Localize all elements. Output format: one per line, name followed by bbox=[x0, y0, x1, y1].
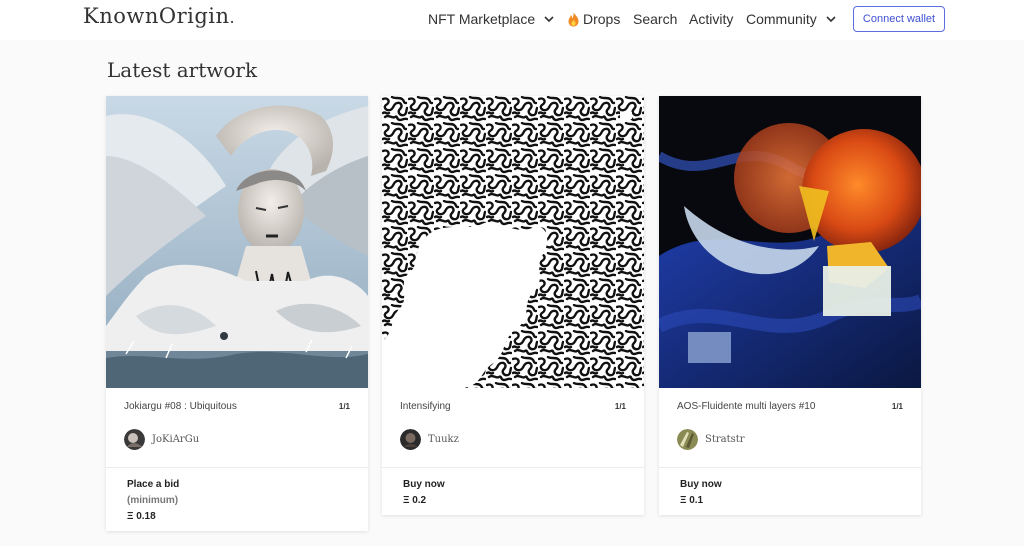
artist-name: JoKiArGu bbox=[152, 434, 200, 445]
nav-nft-marketplace[interactable]: NFT Marketplace bbox=[428, 10, 555, 28]
artist[interactable]: Stratstr bbox=[677, 429, 745, 450]
card-info: AOS-Fluidente multi layers #10 1/1 Strat… bbox=[659, 388, 921, 468]
nav-search[interactable]: Search bbox=[633, 10, 677, 28]
nav-community-label: Community bbox=[746, 11, 817, 27]
flame-icon bbox=[568, 12, 579, 26]
avatar bbox=[124, 429, 145, 450]
nav-community[interactable]: Community bbox=[746, 10, 837, 28]
artwork-title[interactable]: Jokiargu #08 : Ubiquitous bbox=[124, 401, 237, 412]
artwork-title[interactable]: Intensifying bbox=[400, 401, 451, 412]
artwork-card[interactable]: Jokiargu #08 : Ubiquitous 1/1 JoKiArGu P… bbox=[106, 96, 368, 531]
artwork-image[interactable] bbox=[659, 96, 921, 388]
price-value: Ξ 0.18 bbox=[127, 511, 156, 522]
nav-search-label: Search bbox=[633, 11, 678, 27]
chevron-down-icon bbox=[826, 16, 836, 23]
avatar bbox=[400, 429, 421, 450]
card-price-area: Place a bid (minimum) Ξ 0.18 bbox=[106, 468, 368, 531]
price-action-label[interactable]: Buy now bbox=[403, 477, 644, 493]
nav-drops[interactable]: Drops bbox=[567, 10, 620, 28]
card-info: Jokiargu #08 : Ubiquitous 1/1 JoKiArGu bbox=[106, 388, 368, 468]
artist-name: Stratstr bbox=[705, 434, 745, 445]
card-price-area: Buy now Ξ 0.2 bbox=[382, 468, 644, 515]
logo-text: KnownOrigin bbox=[83, 4, 230, 28]
nav-activity-label: Activity bbox=[689, 11, 734, 27]
card-price-area: Buy now Ξ 0.1 bbox=[659, 468, 921, 515]
nav-activity[interactable]: Activity bbox=[689, 10, 733, 28]
nav-drops-label: Drops bbox=[583, 11, 621, 27]
artwork-image[interactable] bbox=[106, 96, 368, 388]
price-action-label[interactable]: Buy now bbox=[680, 477, 921, 493]
logo-dot: . bbox=[229, 8, 236, 27]
artwork-card[interactable]: AOS-Fluidente multi layers #10 1/1 Strat… bbox=[659, 96, 921, 515]
price-value: Ξ 0.2 bbox=[403, 495, 427, 506]
price-action-label[interactable]: Place a bid bbox=[127, 477, 368, 493]
edition-count: 1/1 bbox=[614, 402, 626, 411]
artist[interactable]: Tuukz bbox=[400, 429, 459, 450]
edition-count: 1/1 bbox=[338, 402, 350, 411]
artwork-title[interactable]: AOS-Fluidente multi layers #10 bbox=[677, 401, 815, 412]
nav-nft-marketplace-label: NFT Marketplace bbox=[428, 11, 536, 27]
connect-wallet-button[interactable]: Connect wallet bbox=[853, 6, 945, 32]
artwork-image[interactable] bbox=[382, 96, 644, 388]
artwork-card[interactable]: Intensifying 1/1 Tuukz Buy now Ξ 0.2 bbox=[382, 96, 644, 515]
logo[interactable]: KnownOrigin. bbox=[83, 4, 235, 28]
artist[interactable]: JoKiArGu bbox=[124, 429, 199, 450]
price-action-sublabel: (minimum) bbox=[127, 495, 179, 506]
artist-name: Tuukz bbox=[428, 434, 459, 445]
section-title: Latest artwork bbox=[107, 58, 258, 82]
price-value: Ξ 0.1 bbox=[680, 495, 704, 506]
card-info: Intensifying 1/1 Tuukz bbox=[382, 388, 644, 468]
avatar bbox=[677, 429, 698, 450]
chevron-down-icon bbox=[544, 16, 554, 23]
top-navigation: KnownOrigin. NFT Marketplace Drops Searc… bbox=[0, 0, 1024, 40]
edition-count: 1/1 bbox=[891, 402, 903, 411]
